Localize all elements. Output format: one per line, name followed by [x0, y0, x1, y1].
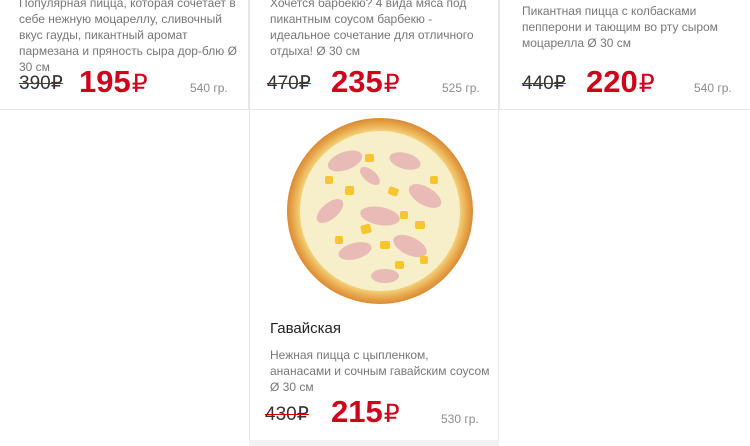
- old-price: 430₽: [265, 404, 309, 425]
- currency-sign: ₽: [383, 70, 400, 98]
- product-description: Хочется барбекю? 4 вида мяса под пикантн…: [270, 0, 474, 58]
- product-card[interactable]: Популярная пицца, которая сочетает в себ…: [0, 0, 249, 110]
- new-price: 215₽: [331, 394, 400, 430]
- product-title[interactable]: Гавайская: [270, 320, 341, 337]
- product-description: Пикантная пицца с колбасками пепперони и…: [522, 4, 718, 50]
- old-price: 440₽: [522, 73, 566, 94]
- old-price: 390₽: [19, 73, 63, 94]
- old-price: 470₽: [267, 73, 311, 94]
- card-bottom-divider: [249, 440, 499, 446]
- product-weight: 540 гр.: [190, 81, 228, 95]
- new-price: 235₽: [331, 64, 400, 100]
- product-card[interactable]: Хочется барбекю? 4 вида мяса под пикантн…: [249, 0, 499, 110]
- currency-sign: ₽: [638, 70, 655, 98]
- new-price-value: 220: [586, 64, 638, 99]
- new-price-value: 235: [331, 64, 383, 99]
- pizza-image[interactable]: [285, 116, 475, 306]
- new-price: 220₽: [586, 64, 655, 100]
- currency-sign: ₽: [383, 400, 400, 428]
- product-description: Нежная пицца с цыпленком, ананасами и со…: [270, 348, 490, 394]
- product-card[interactable]: Пикантная пицца с колбасками пепперони и…: [499, 0, 750, 110]
- product-weight: 530 гр.: [441, 412, 479, 426]
- new-price: 195₽: [79, 64, 148, 100]
- product-weight: 525 гр.: [442, 81, 480, 95]
- currency-sign: ₽: [131, 70, 148, 98]
- new-price-value: 215: [331, 394, 383, 429]
- product-weight: 540 гр.: [694, 81, 732, 95]
- new-price-value: 195: [79, 64, 131, 99]
- product-card-hawaiian[interactable]: Гавайская Нежная пицца с цыпленком, анан…: [249, 109, 499, 441]
